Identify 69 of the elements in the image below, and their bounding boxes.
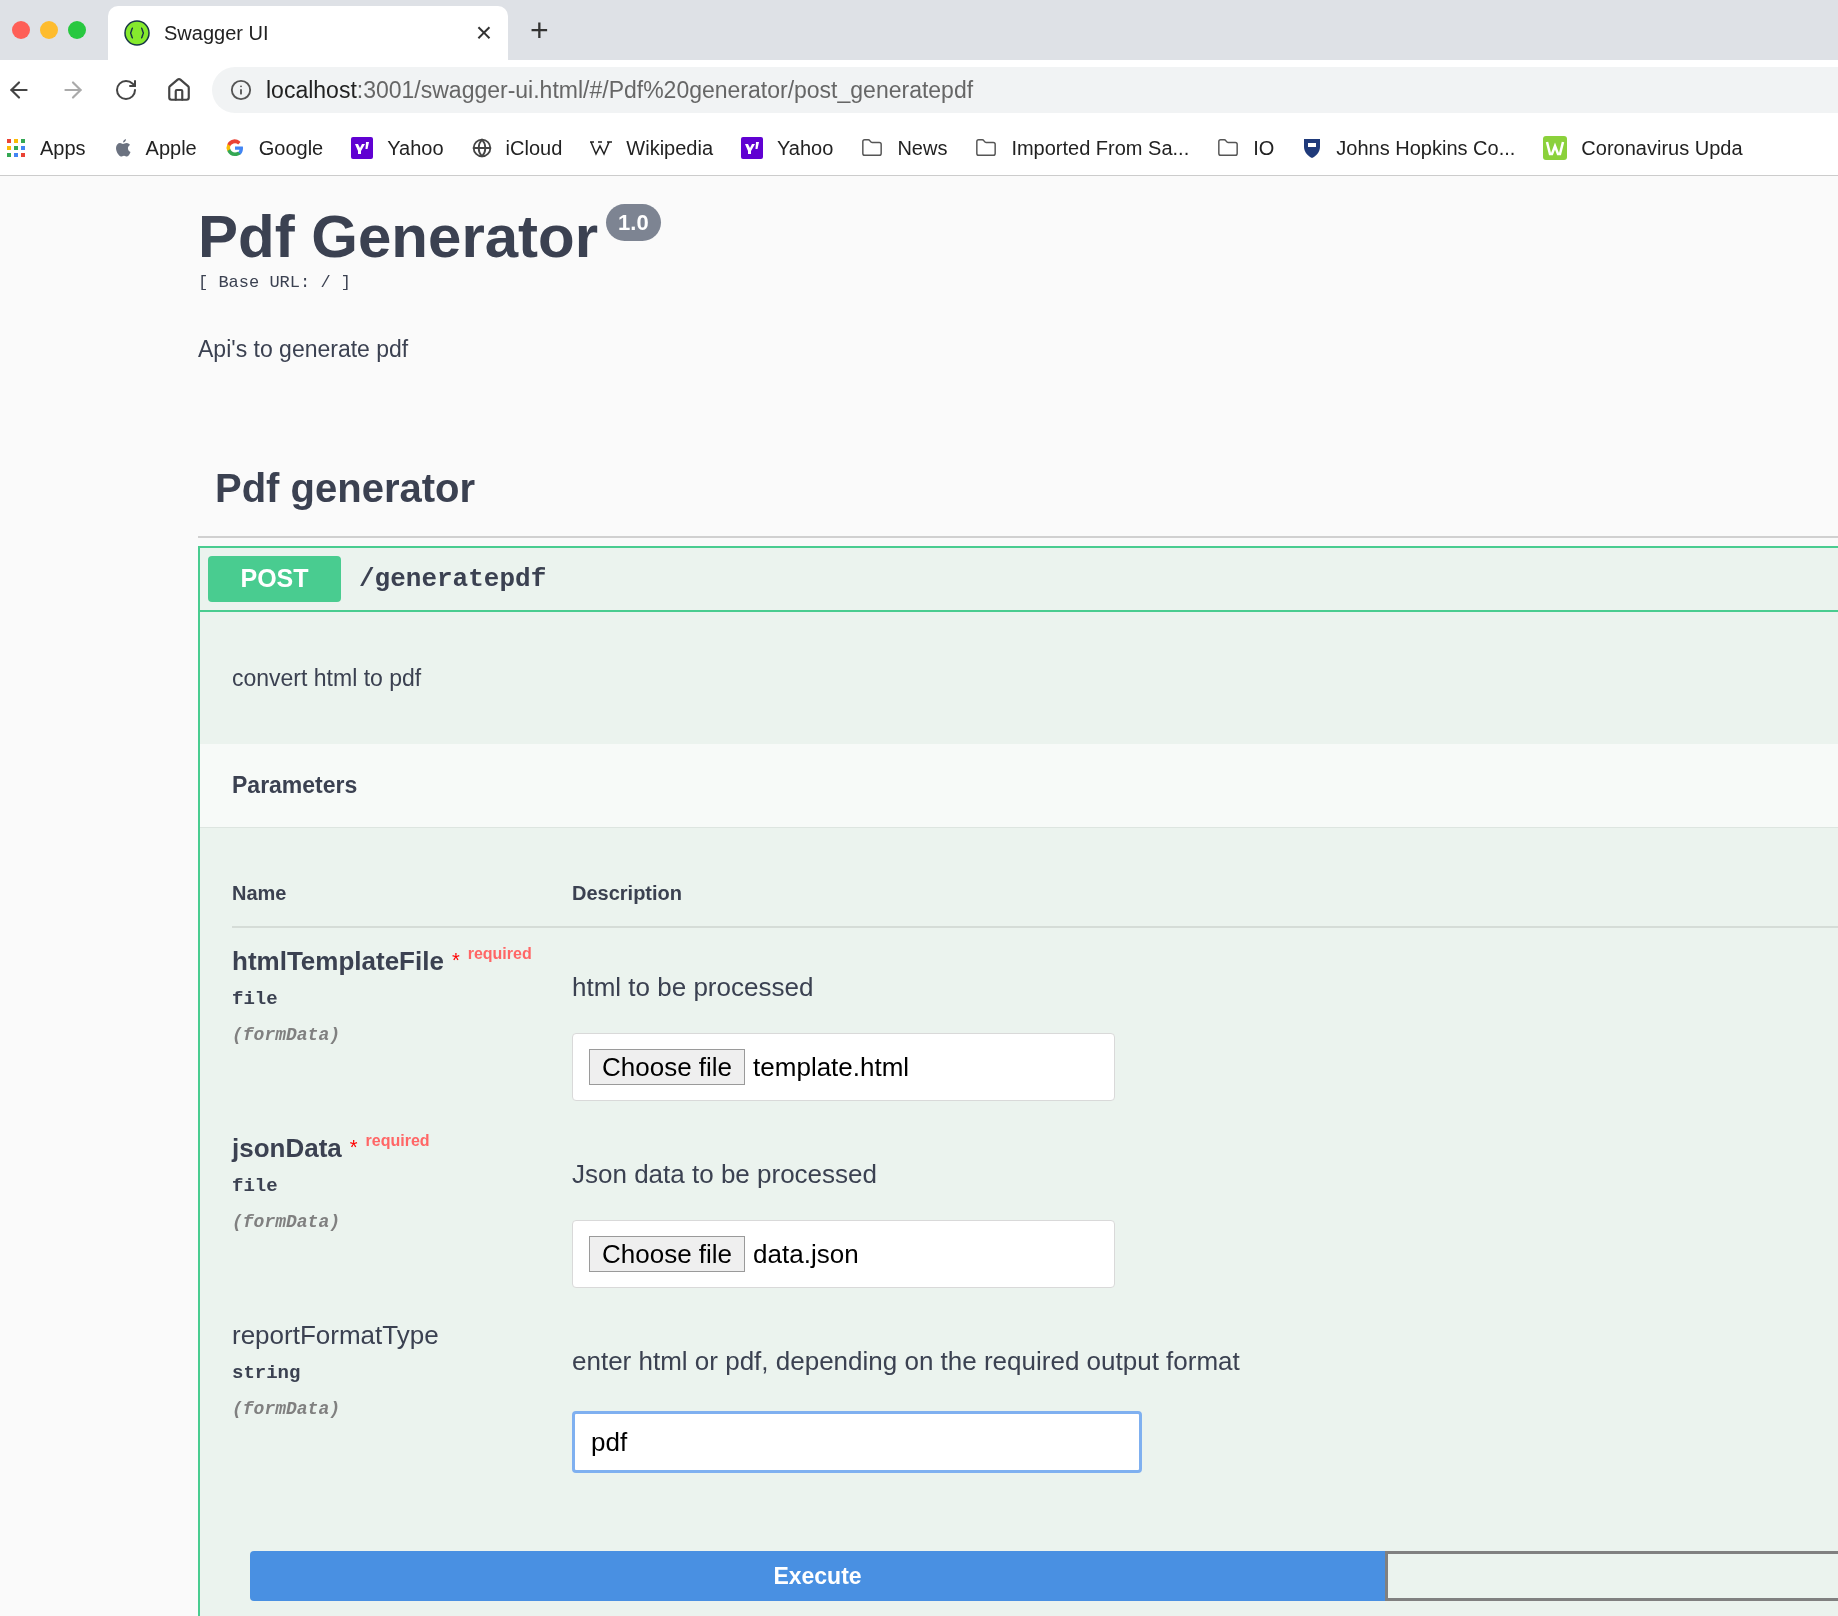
required-label: required [467, 944, 532, 964]
section-heading[interactable]: Pdf generator [215, 458, 476, 518]
new-tab-button[interactable]: + [530, 14, 549, 46]
bookmark-item[interactable]: IO [1217, 132, 1275, 163]
base-url: [ Base URL: / ] [198, 272, 352, 294]
column-header: Description [572, 881, 683, 906]
swagger-logo-icon [124, 20, 150, 46]
required-label: required [365, 1131, 430, 1151]
required-asterisk: * [451, 950, 460, 970]
bookmark-item[interactable]: iCloud [471, 132, 563, 163]
parameter-name: htmlTemplateFile [232, 945, 444, 978]
browser-tab[interactable]: Swagger UI × [108, 6, 508, 60]
tab-title: Swagger UI [164, 21, 270, 46]
wikipedia-w-icon [590, 139, 613, 156]
parameter-description: enter html or pdf, depending on the required output format [572, 1345, 1240, 1378]
file-input-field[interactable]: Choose file template.html [572, 1033, 1115, 1101]
home-icon[interactable] [166, 77, 192, 103]
parameter-type: string [232, 1361, 302, 1386]
folder-icon [1217, 136, 1240, 159]
bookmark-item[interactable]: Yahoo [351, 132, 444, 163]
required-asterisk: * [349, 1137, 358, 1157]
method-badge: POST [208, 556, 341, 602]
parameter-location: (formData) [232, 1210, 342, 1234]
apps-grid-icon [6, 137, 26, 158]
api-title: Pdf Generator [198, 204, 599, 270]
bookmark-item[interactable]: News [861, 132, 948, 163]
file-name: template.html [753, 1050, 910, 1084]
google-g-icon [224, 137, 245, 158]
parameter-name: reportFormatType [232, 1319, 439, 1352]
tab-close-button[interactable]: × [475, 19, 492, 47]
clear-button[interactable] [1385, 1551, 1838, 1601]
w-logo-icon [1543, 135, 1568, 160]
api-description: Api's to generate pdf [198, 334, 409, 364]
file-input-field[interactable]: Choose file data.json [572, 1220, 1115, 1288]
parameter-location: (formData) [232, 1397, 342, 1421]
yahoo-logo-icon [741, 136, 763, 159]
choose-file-button[interactable]: Choose file [589, 1236, 746, 1272]
parameter-name: jsonData [232, 1132, 342, 1165]
bookmark-item[interactable]: Imported From Sa... [975, 132, 1190, 163]
parameters-heading: Parameters [232, 771, 358, 801]
bookmark-item[interactable]: Yahoo [741, 132, 834, 163]
bookmark-item[interactable]: Google [224, 132, 324, 163]
bookmark-item[interactable]: Coronavirus Upda [1543, 132, 1743, 163]
bookmark-item[interactable]: Apple [113, 132, 197, 163]
reload-icon[interactable] [114, 78, 138, 102]
endpoint-path[interactable]: /generatepdf [359, 559, 547, 599]
site-info-icon[interactable] [230, 79, 252, 101]
text-input-field[interactable]: pdf [572, 1411, 1142, 1473]
parameter-location: (formData) [232, 1023, 342, 1047]
yahoo-logo-icon [351, 136, 374, 159]
parameter-type: file [232, 987, 279, 1012]
url-text: localhost:3001/swagger-ui.html/#/Pdf%20generator/post_generatepdf [266, 75, 974, 105]
column-header: Name [232, 881, 288, 906]
folder-icon [975, 136, 998, 159]
bookmark-item[interactable]: Apps [6, 132, 86, 163]
parameter-description: html to be processed [572, 971, 815, 1004]
folder-icon [861, 136, 884, 159]
globe-icon [471, 137, 492, 158]
operation-summary: convert html to pdf [232, 663, 422, 693]
bookmark-item[interactable]: Johns Hopkins Co... [1302, 132, 1516, 163]
choose-file-button[interactable]: Choose file [589, 1049, 746, 1085]
version-badge: 1.0 [606, 204, 661, 241]
shield-crest-icon [1302, 136, 1323, 159]
apple-icon [113, 137, 132, 158]
parameter-type: file [232, 1174, 279, 1199]
file-name: data.json [753, 1237, 859, 1271]
bookmark-item[interactable]: Wikipedia [590, 132, 713, 163]
parameter-description: Json data to be processed [572, 1158, 878, 1191]
address-bar[interactable]: localhost:3001/swagger-ui.html/#/Pdf%20generator/post_generatepdf [212, 67, 1838, 113]
